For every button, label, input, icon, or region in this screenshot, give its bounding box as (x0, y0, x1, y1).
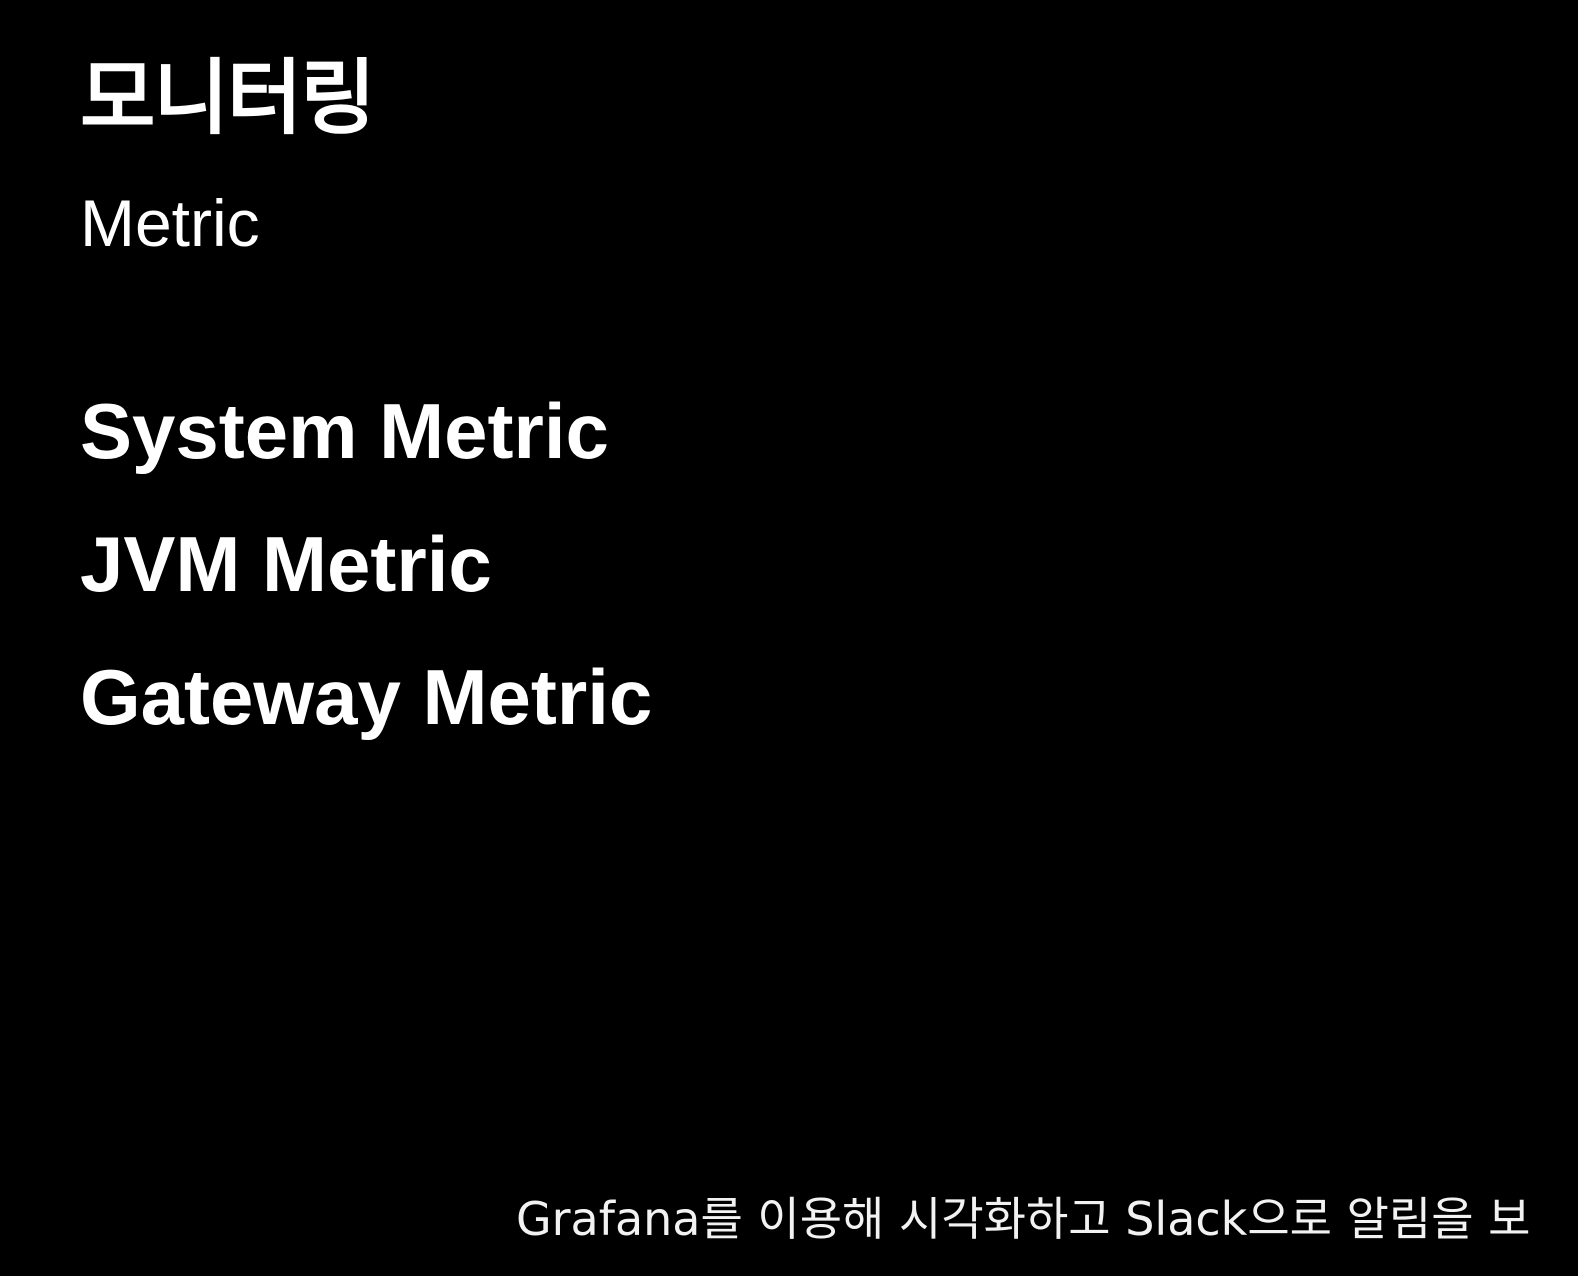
slide-subtitle: Metric (80, 186, 260, 260)
subtitle-caption: Grafana를 이용해 시각화하고 Slack으로 알림을 보 (516, 1192, 1531, 1246)
metric-item-jvm: JVM Metric (80, 520, 492, 608)
slide-title: 모니터링 (80, 51, 376, 146)
metric-item-gateway: Gateway Metric (80, 653, 653, 741)
metric-item-system: System Metric (80, 387, 609, 475)
metric-list: System Metric JVM Metric Gateway Metric (80, 392, 652, 791)
slide: 모니터링 Metric System Metric JVM Metric Gat… (0, 0, 1578, 1276)
